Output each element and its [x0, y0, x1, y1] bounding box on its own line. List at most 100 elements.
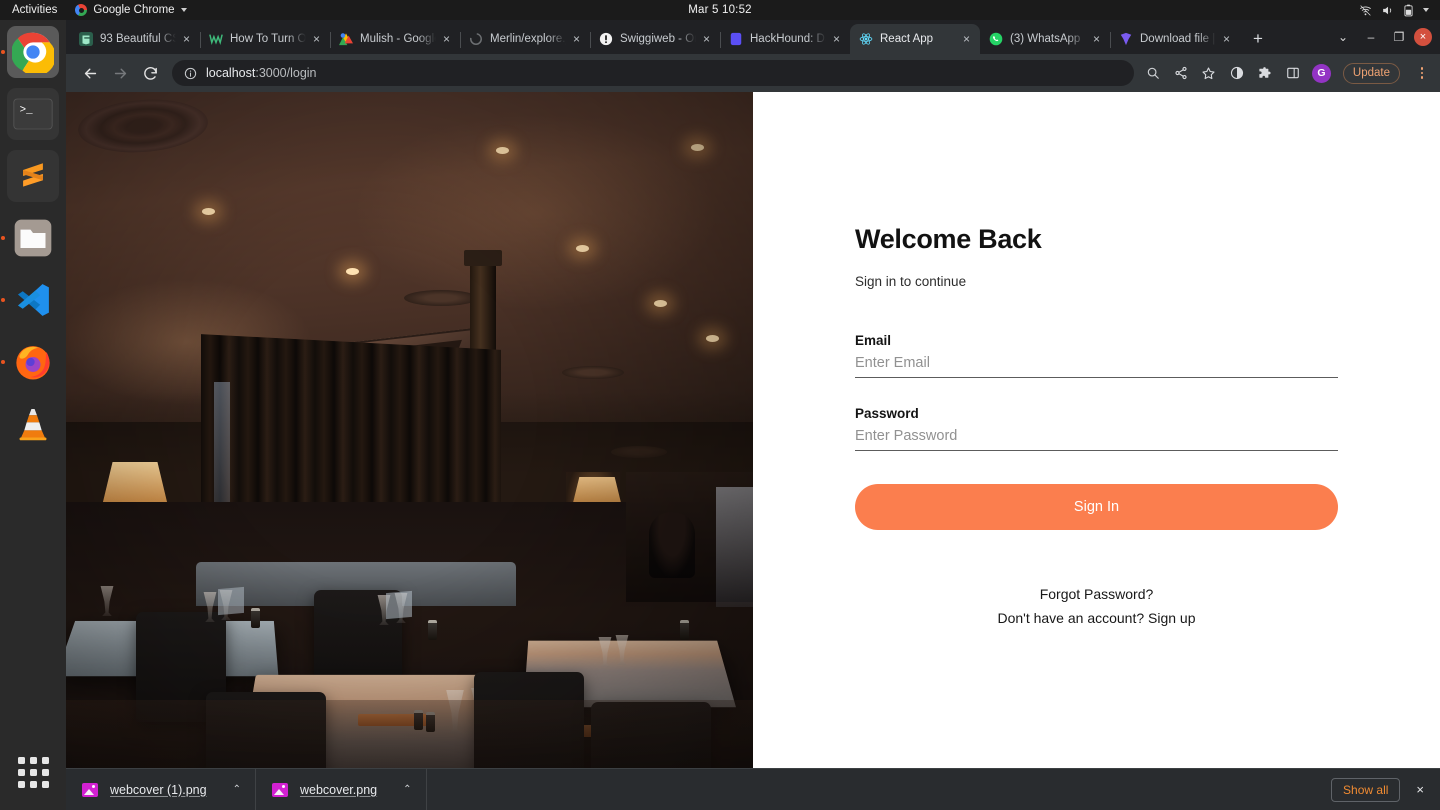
whatsapp-icon	[989, 32, 1003, 46]
vscode-icon	[17, 284, 49, 316]
forgot-password-link[interactable]: Forgot Password?	[855, 586, 1338, 602]
tab-close-icon[interactable]: ×	[1089, 32, 1104, 47]
dock-item-vlc-media-player[interactable]	[7, 398, 59, 450]
kebab-dot	[1420, 71, 1424, 75]
chevron-down-icon	[180, 8, 187, 12]
download-menu-icon[interactable]: ⌃	[233, 784, 241, 795]
dock-item-google-chrome[interactable]	[7, 26, 59, 78]
close-window-button[interactable]: ×	[1414, 28, 1432, 46]
kebab-menu-icon[interactable]	[1414, 67, 1430, 79]
side-panel-icon[interactable]	[1284, 64, 1302, 82]
contrast-icon[interactable]	[1228, 64, 1246, 82]
chrome-window: 93 Beautiful CSS × How To Turn Of ×	[66, 20, 1440, 810]
show-applications-button[interactable]	[7, 746, 59, 798]
download-shelf: webcover (1).png ⌃ webcover.png ⌃ Show a…	[66, 768, 1440, 810]
far-window	[716, 487, 753, 607]
password-input[interactable]	[855, 428, 1338, 451]
tab-close-icon[interactable]: ×	[179, 32, 194, 47]
tab-strip: 93 Beautiful CSS × How To Turn Of ×	[66, 20, 1440, 54]
form-links: Forgot Password? Don't have an account? …	[855, 586, 1338, 626]
toolbar-icons: G Update	[1144, 62, 1432, 84]
reload-button[interactable]	[136, 59, 164, 87]
tab-react-app[interactable]: React App ×	[850, 24, 980, 54]
screen-root: Activities Google Chrome Mar 5 10:52 >_ …	[0, 0, 1440, 810]
tab-close-icon[interactable]: ×	[309, 32, 324, 47]
url-path: :3000/login	[255, 66, 317, 80]
page-info-icon[interactable]	[184, 67, 197, 80]
kebab-dot	[1420, 67, 1424, 70]
tab-close-icon[interactable]: ×	[439, 32, 454, 47]
maximize-button[interactable]: ❐	[1386, 24, 1412, 50]
dock-item-firefox[interactable]	[7, 336, 59, 388]
chevron-down-icon[interactable]	[1423, 8, 1429, 12]
tab-how-to-turn-off[interactable]: How To Turn Of ×	[200, 24, 331, 54]
tab-title: Merlin/explore.j	[490, 33, 566, 45]
tab-whatsapp[interactable]: (3) WhatsApp ×	[980, 24, 1111, 54]
download-menu-icon[interactable]: ⌃	[403, 784, 411, 795]
download-filename: webcover.png	[299, 782, 378, 797]
share-icon[interactable]	[1172, 64, 1190, 82]
dock-item-files[interactable]	[7, 212, 59, 264]
tab-mulish-google-fonts[interactable]: Mulish - Google ×	[330, 24, 461, 54]
app-menu-google-chrome[interactable]: Google Chrome	[75, 4, 187, 16]
address-bar[interactable]: localhost:3000/login	[172, 60, 1134, 86]
svg-text:>_: >_	[20, 104, 33, 116]
dock-item-terminal[interactable]: >_	[7, 88, 59, 140]
dock-item-sublime-text[interactable]	[7, 150, 59, 202]
image-file-icon	[271, 782, 288, 797]
apps-grid-dot	[17, 780, 25, 788]
ceiling-spotlight	[654, 300, 667, 307]
sign-up-link[interactable]: Don't have an account? Sign up	[855, 610, 1338, 626]
forward-button[interactable]	[106, 59, 134, 87]
new-tab-button[interactable]: +	[1244, 25, 1272, 53]
sublime-text-icon	[23, 163, 43, 187]
tab-hackhound-dashboard[interactable]: HackHound: Das ×	[720, 24, 851, 54]
firefox-icon	[16, 346, 50, 380]
volume-icon	[1381, 4, 1394, 17]
apps-grid-dot	[29, 756, 37, 764]
tab-title: 93 Beautiful CSS	[100, 33, 176, 45]
tab-merlin-explore[interactable]: Merlin/explore.j ×	[460, 24, 591, 54]
sign-in-button[interactable]: Sign In	[855, 484, 1338, 530]
tab-close-icon[interactable]: ×	[829, 32, 844, 47]
back-button[interactable]	[76, 59, 104, 87]
apps-grid-dot	[17, 768, 25, 776]
update-button[interactable]: Update	[1342, 62, 1400, 84]
minimize-button[interactable]: –	[1358, 24, 1384, 50]
system-tray[interactable]	[1359, 4, 1440, 17]
tab-swiggiweb[interactable]: Swiggiweb - Onl ×	[590, 24, 721, 54]
apps-grid-dot	[41, 780, 49, 788]
browser-toolbar: localhost:3000/login G Update	[66, 54, 1440, 92]
dock-item-visual-studio-code[interactable]	[7, 274, 59, 326]
tab-close-icon[interactable]: ×	[699, 32, 714, 47]
react-icon	[859, 32, 873, 46]
close-shelf-button[interactable]: ×	[1412, 780, 1428, 799]
profile-avatar[interactable]: G	[1311, 63, 1331, 83]
puzzle-extension-icon[interactable]	[1256, 64, 1274, 82]
download-item[interactable]: webcover.png ⌃	[256, 768, 427, 810]
tab-download-file[interactable]: Download file | ×	[1110, 24, 1240, 54]
email-field-group: Email	[855, 333, 1338, 378]
star-icon[interactable]	[1200, 64, 1218, 82]
swiggi-icon	[599, 32, 613, 46]
css-icon	[79, 32, 93, 46]
tab-close-icon[interactable]: ×	[959, 32, 974, 47]
files-folder-icon	[14, 219, 52, 257]
show-all-downloads-button[interactable]: Show all	[1331, 777, 1401, 802]
tab-close-icon[interactable]: ×	[1219, 32, 1234, 47]
activities-button[interactable]: Activities	[0, 4, 67, 16]
tab-close-icon[interactable]: ×	[569, 32, 584, 47]
tab-93-beautiful-css[interactable]: 93 Beautiful CSS ×	[70, 24, 201, 54]
hackhound-icon	[729, 32, 743, 46]
page-subtitle: Sign in to continue	[855, 274, 967, 289]
clock[interactable]: Mar 5 10:52	[620, 4, 820, 16]
download-shelf-actions: Show all ×	[1331, 777, 1440, 802]
search-icon[interactable]	[1144, 64, 1162, 82]
apps-grid-dot	[29, 768, 37, 776]
ceiling-spotlight	[691, 144, 704, 151]
download-item[interactable]: webcover (1).png ⌃	[66, 768, 256, 810]
ceiling-spotlight	[202, 208, 215, 215]
menu-card	[218, 586, 244, 616]
tab-search-button[interactable]: ⌄	[1330, 24, 1356, 50]
email-input[interactable]	[855, 355, 1338, 378]
